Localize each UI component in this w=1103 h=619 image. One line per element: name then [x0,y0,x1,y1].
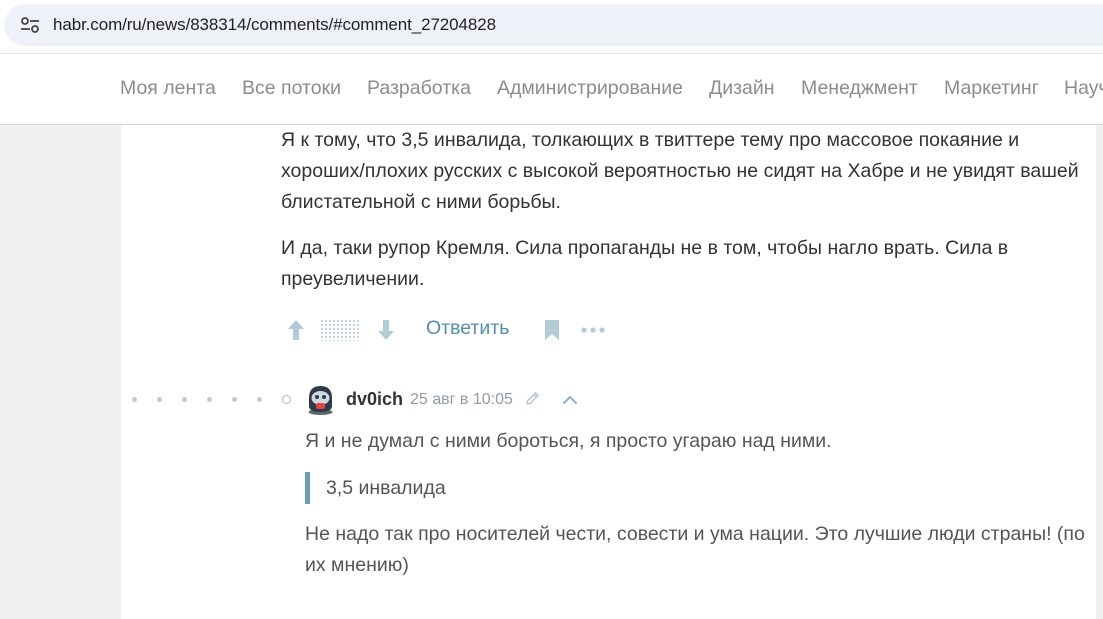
hidden-score [320,319,361,341]
comment-paragraph: Я и не думал с ними бороться, я просто у… [305,430,832,452]
nav-item-all-streams[interactable]: Все потоки [242,77,341,100]
address-bar[interactable]: habr.com/ru/news/838314/comments/#commen… [4,4,1103,46]
thread-level-dot [232,397,237,402]
nav-item-design[interactable]: Дизайн [709,77,775,100]
pencil-icon [526,392,539,405]
browser-toolbar: habr.com/ru/news/838314/comments/#commen… [0,0,1103,54]
thread-level-dot [132,397,137,402]
arrow-down-icon[interactable] [376,318,396,342]
comment-paragraph: Я к тому, что 3,5 инвалида, толкающих в … [281,129,1079,213]
arrow-up-icon[interactable] [286,318,306,342]
comment-time[interactable]: 25 авг в 10:05 [410,391,513,409]
thread-level-dot [207,397,212,402]
chevron-up-icon[interactable] [562,393,578,405]
thread-level-dot [182,397,187,402]
url-text[interactable]: habr.com/ru/news/838314/comments/#commen… [53,15,496,35]
comment-author[interactable]: dv0ich [346,389,403,410]
nav-item-my-feed[interactable]: Моя лента [120,77,216,100]
reply-button[interactable]: Ответить [426,317,509,340]
blockquote-text: 3,5 инвалида [326,477,446,499]
nav-item-administration[interactable]: Администрирование [497,77,683,100]
nav-item-marketing[interactable]: Маркетинг [944,77,1039,100]
comment-paragraph: И да, таки рупор Кремля. Сила пропаганды… [281,237,1009,290]
nav-item-development[interactable]: Разработка [367,77,471,100]
site-nav: Моя лента Все потоки Разработка Админист… [0,54,1103,125]
page-gutter [1096,125,1103,619]
tune-icon[interactable] [20,16,40,34]
comment-paragraph: Не надо так про носителей чести, совести… [305,523,1085,576]
nav-item-popsci[interactable]: Научпоп [1064,77,1103,100]
avatar[interactable] [304,382,337,415]
more-icon[interactable] [580,324,606,336]
thread-level-dot [257,397,262,402]
bookmark-icon[interactable] [543,318,561,342]
nav-item-management[interactable]: Менеджмент [801,77,918,100]
blockquote: 3,5 инвалида [305,472,905,504]
thread-level-dot [157,397,162,402]
thread-current-marker [282,395,291,404]
